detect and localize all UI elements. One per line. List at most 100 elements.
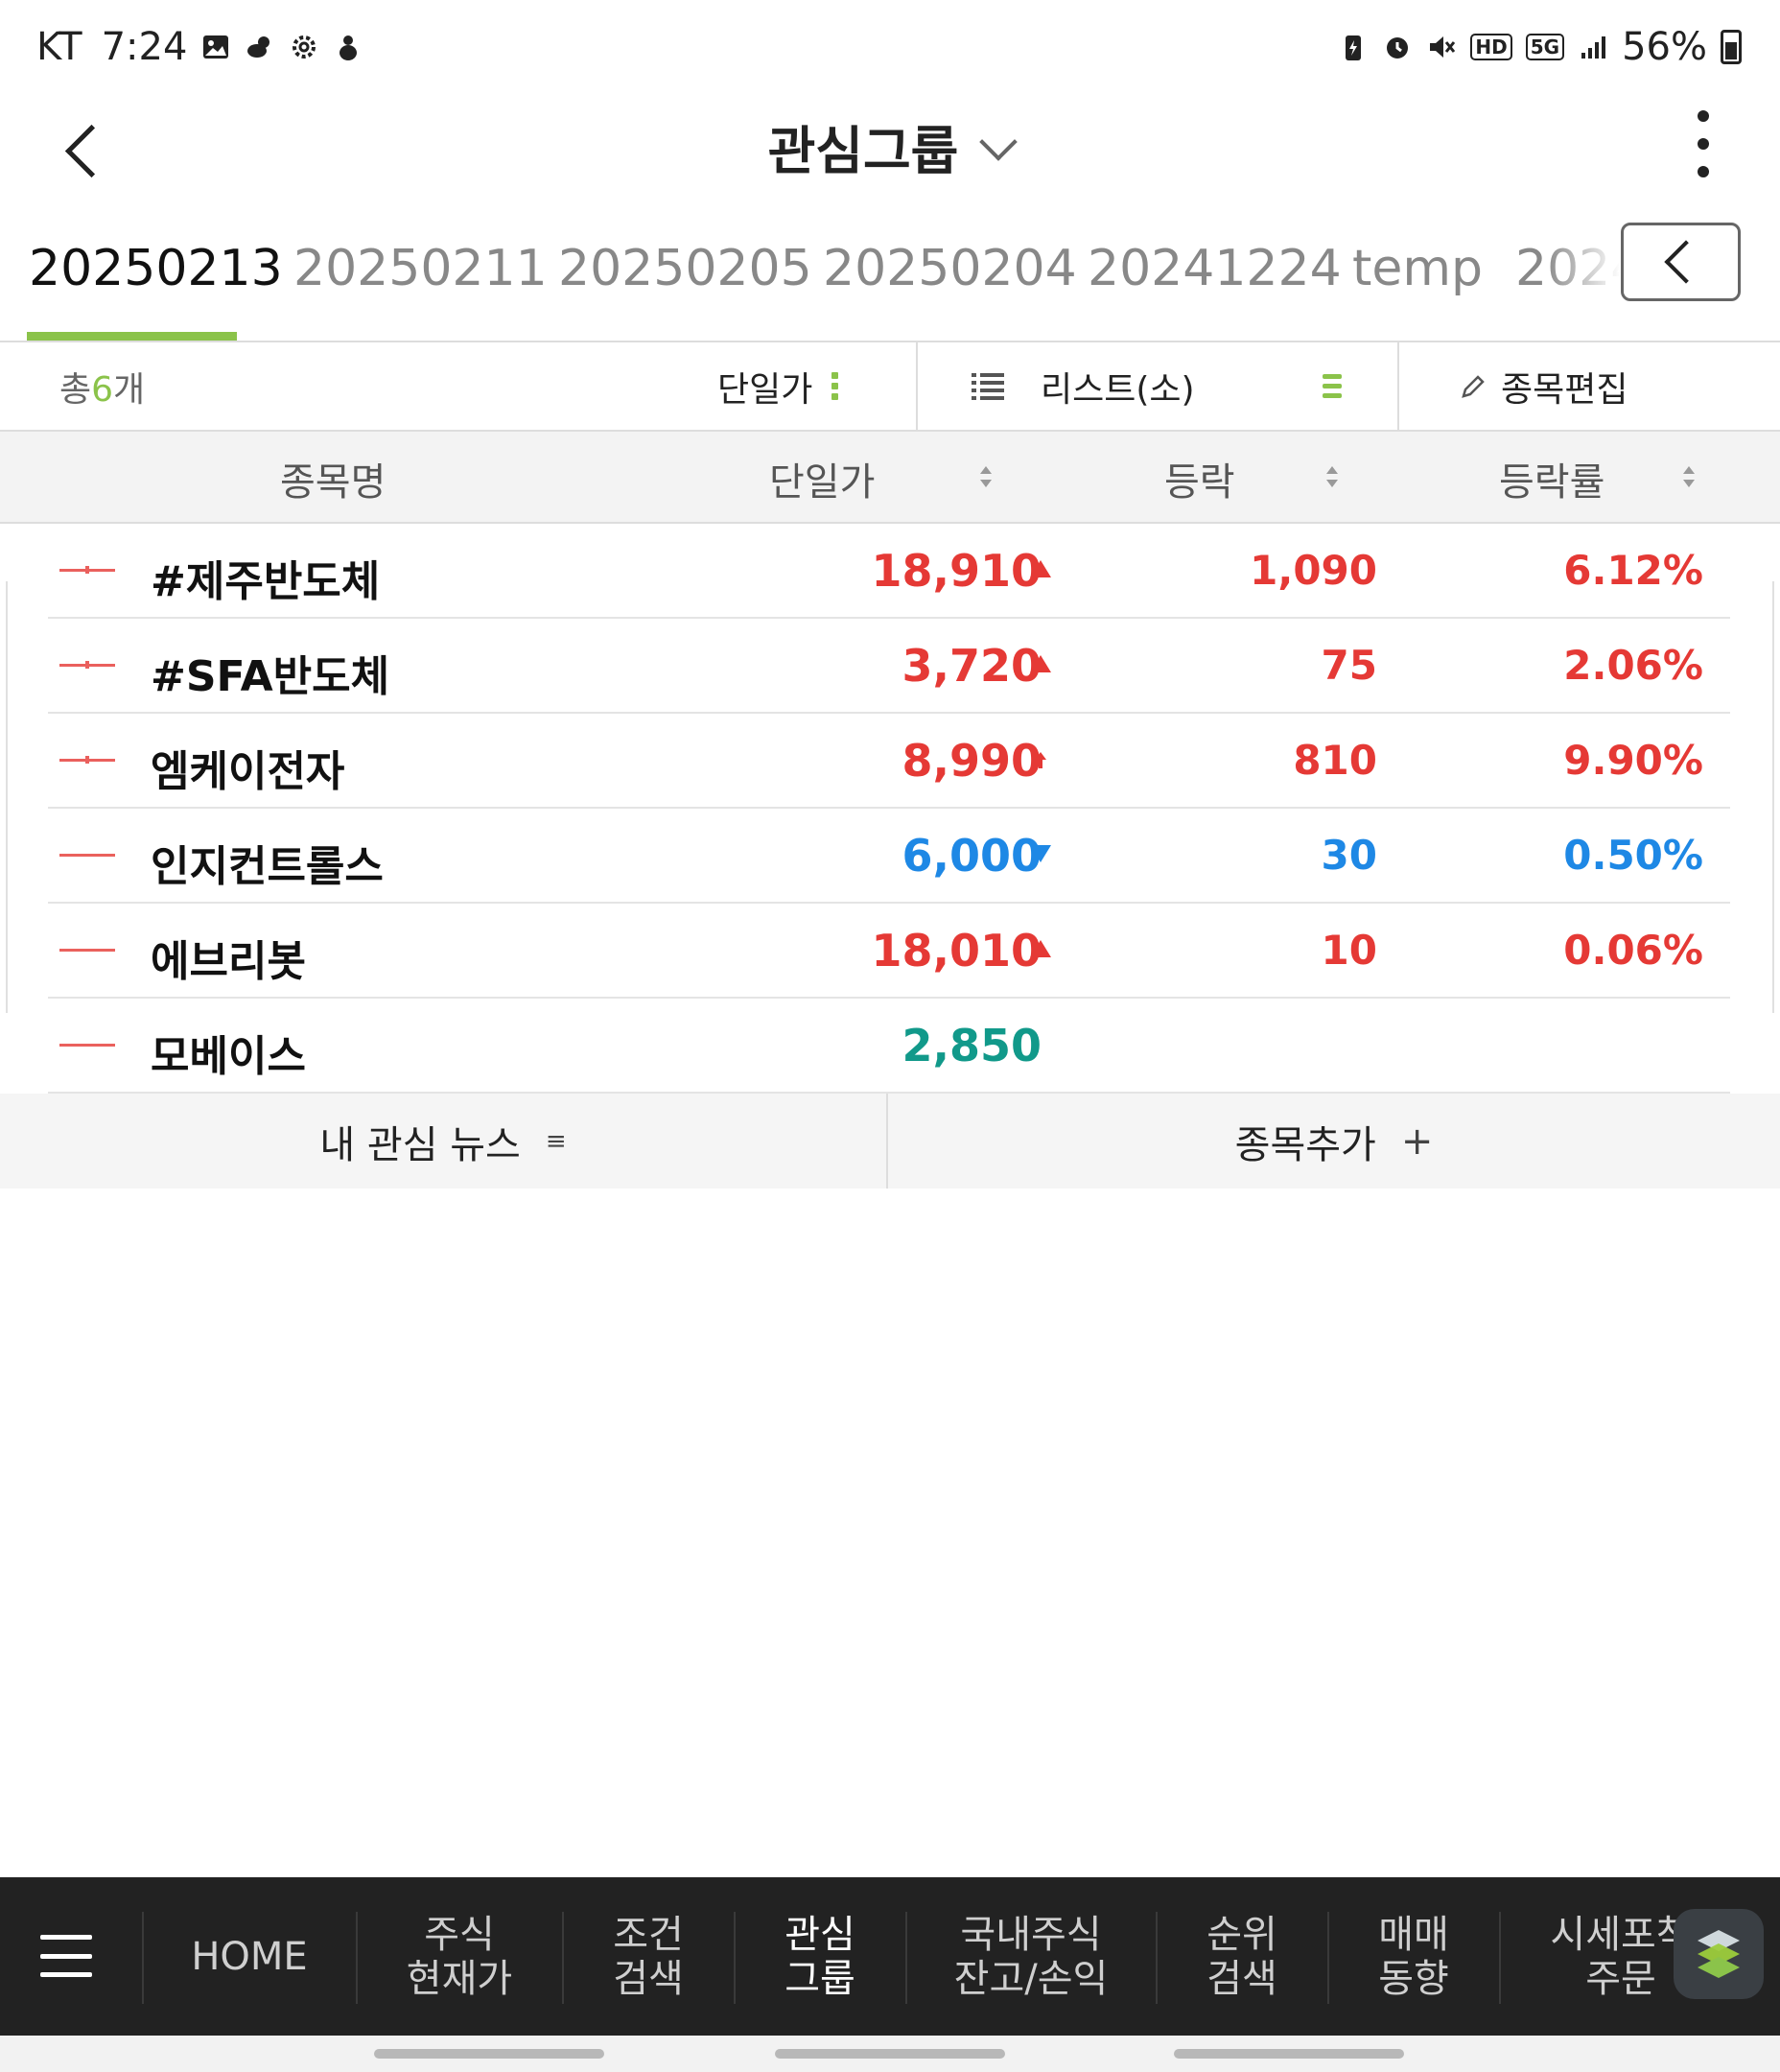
column-header: 종목명 단일가 등락 등락률: [0, 432, 1780, 524]
edit-stocks-button[interactable]: 종목편집: [1399, 342, 1780, 430]
sparkline-icon: [59, 756, 115, 764]
tab-20250205[interactable]: 20250205: [558, 240, 812, 297]
my-news-button[interactable]: 내 관심 뉴스 ≡: [0, 1094, 888, 1189]
tab-20241224[interactable]: 20241224: [1088, 240, 1342, 297]
sort-icon[interactable]: [978, 466, 994, 491]
layers-button[interactable]: [1674, 1909, 1764, 1999]
stock-row[interactable]: 인지컨트롤스 6,000 30 0.50%: [48, 809, 1730, 904]
stock-name: 모베이스: [151, 1032, 306, 1081]
more-dot-icon: [1698, 138, 1709, 150]
stock-rate: 0.06%: [1563, 927, 1703, 974]
tab-fade: [1544, 221, 1621, 307]
battery-icon: [1721, 30, 1742, 64]
settings-icon: [293, 35, 316, 59]
sparkline-icon: [59, 1044, 115, 1047]
clock: 7:24: [101, 25, 188, 69]
add-stock-label: 종목추가: [1234, 1122, 1376, 1167]
5g-icon: 5G: [1525, 34, 1565, 60]
nav-condition-search[interactable]: 조건 검색: [564, 1877, 733, 2036]
gesture-handle[interactable]: [775, 2049, 1005, 2059]
stock-row[interactable]: #SFA반도체 3,720 75 2.06%: [48, 619, 1730, 714]
nav-domestic-balance[interactable]: 국내주식 잔고/손익: [907, 1877, 1155, 2036]
stock-change: 30: [1321, 832, 1377, 879]
more-options-button[interactable]: [1694, 110, 1713, 177]
up-arrow-icon: [1030, 655, 1051, 676]
stock-row[interactable]: 엠케이전자 8,990 810 9.90%: [48, 714, 1730, 809]
tabs-collapse-button[interactable]: [1621, 223, 1741, 301]
add-stock-button[interactable]: 종목추가 +: [888, 1094, 1780, 1189]
stock-row[interactable]: 에브리봇 18,010 10 0.06%: [48, 904, 1730, 999]
carrier-label: KT: [36, 25, 82, 69]
sort-icon[interactable]: [1681, 466, 1697, 491]
nav-home[interactable]: HOME: [144, 1877, 355, 2036]
up-arrow-icon: [1030, 560, 1051, 581]
edit-stocks-label: 종목편집: [1501, 369, 1628, 410]
stock-price: 8,990: [902, 735, 1042, 787]
list-icon: ≡: [545, 1126, 567, 1156]
alarm-icon: [1387, 37, 1409, 59]
toolbar-summary: 총6개 단일가: [0, 342, 918, 430]
gesture-handle[interactable]: [374, 2049, 604, 2059]
menu-bars-icon: [1323, 374, 1342, 398]
tab-temp[interactable]: temp: [1352, 240, 1483, 297]
list-actions: 내 관심 뉴스 ≡ 종목추가 +: [0, 1094, 1780, 1189]
mute-icon: [1430, 36, 1456, 58]
stock-name: 인지컨트롤스: [151, 842, 384, 891]
stock-rate: 2.06%: [1563, 642, 1703, 689]
stock-change: 810: [1293, 737, 1377, 784]
stock-rate: 9.90%: [1563, 737, 1703, 784]
system-gesture-bar: [0, 2036, 1780, 2072]
stock-rate: 6.12%: [1563, 547, 1703, 594]
total-count: 총6개: [59, 369, 146, 410]
gesture-handle[interactable]: [1174, 2049, 1404, 2059]
active-tab-indicator: [27, 332, 237, 341]
group-selector[interactable]: 관심그룹: [0, 108, 1780, 184]
weather-icon: [247, 36, 270, 58]
bottom-nav: HOME 주식 현재가 조건 검색 관심 그룹 국내주식 잔고/손익 순위 검색…: [0, 1877, 1780, 2036]
pencil-icon: [1462, 374, 1485, 398]
image-icon: [203, 35, 229, 59]
column-rate[interactable]: 등락률: [1499, 451, 1604, 506]
nav-stock-price[interactable]: 주식 현재가: [358, 1877, 561, 2036]
column-name[interactable]: 종목명: [280, 451, 386, 506]
down-arrow-icon: [1030, 845, 1051, 866]
up-arrow-icon: [1030, 940, 1051, 961]
more-dot-icon: [1698, 166, 1709, 177]
stock-change: 75: [1321, 642, 1377, 689]
my-news-label: 내 관심 뉴스: [319, 1122, 521, 1167]
status-right: HD 5G 56%: [1338, 25, 1742, 69]
nav-ranking-search[interactable]: 순위 검색: [1158, 1877, 1326, 2036]
stock-price: 18,010: [871, 925, 1042, 977]
sort-icon[interactable]: [1324, 466, 1340, 491]
stock-price: 3,720: [902, 640, 1042, 692]
sparkline-icon: [59, 661, 115, 669]
nav-watch-group[interactable]: 관심 그룹: [736, 1877, 904, 2036]
layers-icon: [1692, 1930, 1745, 1978]
tab-20250211[interactable]: 20250211: [293, 240, 548, 297]
stock-name: #SFA반도체: [151, 652, 390, 701]
hamburger-menu-icon[interactable]: [40, 1935, 92, 1977]
stock-row[interactable]: #제주반도체 18,910 1,090 6.12%: [48, 524, 1730, 619]
list-toolbar: 총6개 단일가 리스트(소) 종목편집: [0, 341, 1780, 432]
price-mode-label: 단일가: [717, 369, 813, 410]
tab-20250204[interactable]: 20250204: [823, 240, 1077, 297]
stock-price: 18,910: [871, 545, 1042, 597]
column-price[interactable]: 단일가: [769, 451, 875, 506]
column-change[interactable]: 등락: [1164, 451, 1235, 506]
plus-icon: +: [1400, 1118, 1434, 1164]
page-title: 관심그룹: [767, 121, 959, 181]
sparkline-icon: [59, 566, 115, 574]
hd-icon: HD: [1470, 34, 1512, 60]
price-mode-selector[interactable]: 단일가: [717, 362, 839, 412]
list-icon: [972, 372, 1004, 400]
stock-name: 에브리봇: [151, 937, 306, 986]
app-header: 관심그룹: [0, 101, 1780, 216]
status-left: KT 7:24: [36, 25, 363, 69]
nav-trade-trend[interactable]: 매매 동향: [1329, 1877, 1498, 2036]
stock-rate: 0.50%: [1563, 832, 1703, 879]
tab-20250213[interactable]: 20250213: [29, 240, 283, 297]
view-mode-selector[interactable]: 리스트(소): [918, 342, 1399, 430]
stock-row[interactable]: 모베이스 2,850: [48, 999, 1730, 1094]
stock-change: 10: [1321, 927, 1377, 974]
battery-percent: 56%: [1622, 25, 1707, 69]
